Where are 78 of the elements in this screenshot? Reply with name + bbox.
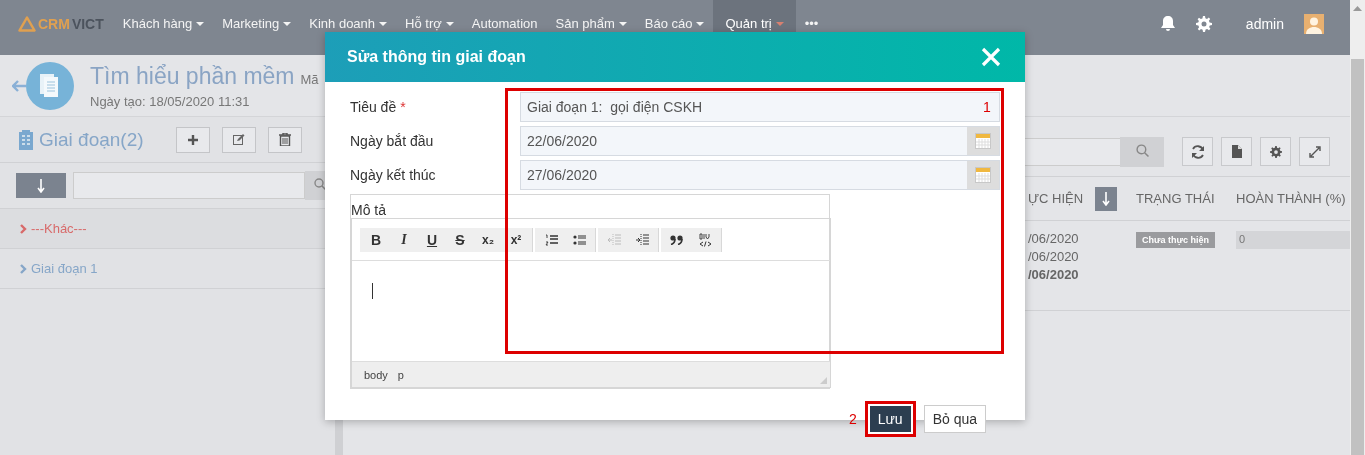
bell-icon[interactable]	[1159, 15, 1176, 32]
logo-text: CRM	[38, 15, 70, 32]
underline-tool[interactable]: U	[418, 227, 446, 252]
plus-icon	[188, 134, 198, 145]
chevron-icon	[20, 223, 27, 234]
sup-tool[interactable]: x²	[502, 227, 530, 252]
expand-button[interactable]	[1299, 137, 1330, 166]
sub-tool[interactable]: x₂	[474, 227, 502, 252]
calendar-icon[interactable]	[975, 167, 991, 183]
settings-button[interactable]	[1260, 137, 1291, 166]
panel-title: Giai đoạn(2)	[39, 128, 145, 151]
rich-text-editor[interactable]: B I U S x₂ x² body p	[351, 218, 831, 388]
search-button[interactable]	[1120, 136, 1164, 167]
edit-icon	[233, 134, 245, 145]
field-label: Ngày kết thúc	[350, 167, 436, 185]
column-header: TRẠNG THÁI	[1136, 191, 1216, 206]
column-header: HOÀN THÀNH (%)	[1236, 191, 1347, 206]
file-icon	[1231, 145, 1242, 158]
dialog-title: Sửa thông tin giai đoạn	[347, 48, 526, 66]
italic-tool[interactable]: I	[390, 227, 418, 252]
search-field[interactable]	[73, 172, 305, 199]
expand-icon	[1308, 145, 1321, 158]
code-label: Mã	[300, 71, 319, 87]
strike-tool[interactable]: S	[446, 227, 474, 252]
avatar-icon[interactable]	[1304, 13, 1324, 34]
status-badge: Chưa thực hiện	[1136, 232, 1216, 248]
bullet-list-icon	[572, 233, 586, 246]
annotation-number: 1	[983, 99, 991, 115]
date-text: /06/2020	[1028, 249, 1079, 264]
resize-grip-icon[interactable]	[820, 377, 827, 384]
document-icon	[26, 61, 74, 110]
file-button[interactable]	[1221, 137, 1252, 166]
quote-icon	[670, 234, 684, 245]
bold-tool[interactable]: B	[362, 227, 390, 252]
logo-icon	[18, 15, 36, 32]
trash-icon	[279, 133, 291, 146]
scrollbar[interactable]	[1350, 0, 1365, 455]
field-label: Ngày bắt đầu	[350, 133, 434, 151]
delete-button[interactable]	[268, 126, 302, 153]
annotation-number: 2	[848, 411, 857, 427]
settings-icon[interactable]	[1195, 15, 1212, 32]
refresh-icon	[1190, 144, 1205, 159]
required-mark: *	[400, 99, 406, 117]
element-path[interactable]: body	[364, 368, 388, 381]
numbered-list-icon	[544, 233, 558, 246]
progress-bar: 0	[1236, 231, 1350, 249]
page-title: Tìm hiểu phần mềm	[90, 62, 295, 90]
back-arrow-icon[interactable]	[12, 79, 26, 92]
down-arrow-icon	[1102, 191, 1111, 206]
created-date: Ngày tạo: 18/05/2020 11:31	[90, 93, 251, 109]
refresh-button[interactable]	[1182, 137, 1213, 166]
date-text: /06/2020	[1028, 267, 1079, 282]
date-field[interactable]: 27/06/2020	[520, 160, 1000, 190]
search-icon	[314, 178, 326, 190]
calendar-icon[interactable]	[975, 133, 991, 149]
user-name[interactable]: admin	[1245, 15, 1284, 32]
sort-button[interactable]	[1095, 186, 1118, 211]
sort-button[interactable]	[16, 173, 66, 198]
element-path[interactable]: p	[397, 368, 404, 381]
field-label: Tiêu đề	[350, 99, 397, 117]
building-icon	[18, 129, 34, 150]
close-icon[interactable]	[981, 47, 1001, 67]
edit-button[interactable]	[222, 126, 256, 153]
up-arrow-icon[interactable]	[1353, 5, 1362, 11]
chevron-icon	[20, 263, 27, 274]
indent-icon	[635, 233, 649, 246]
date-field[interactable]: 22/06/2020	[520, 126, 1000, 156]
date-text: /06/2020	[1028, 231, 1079, 246]
search-icon	[1135, 143, 1149, 157]
column-header: ỰC HIỆN	[1028, 191, 1084, 206]
down-arrow-icon	[37, 178, 45, 193]
outdent-icon	[607, 233, 621, 246]
save-button[interactable]: Lưu	[864, 401, 916, 437]
cancel-button[interactable]: Bỏ qua	[923, 405, 986, 433]
add-button[interactable]	[176, 126, 210, 153]
code-icon	[698, 232, 712, 247]
settings-icon	[1269, 145, 1282, 158]
field-label: Mô tả	[351, 202, 386, 218]
